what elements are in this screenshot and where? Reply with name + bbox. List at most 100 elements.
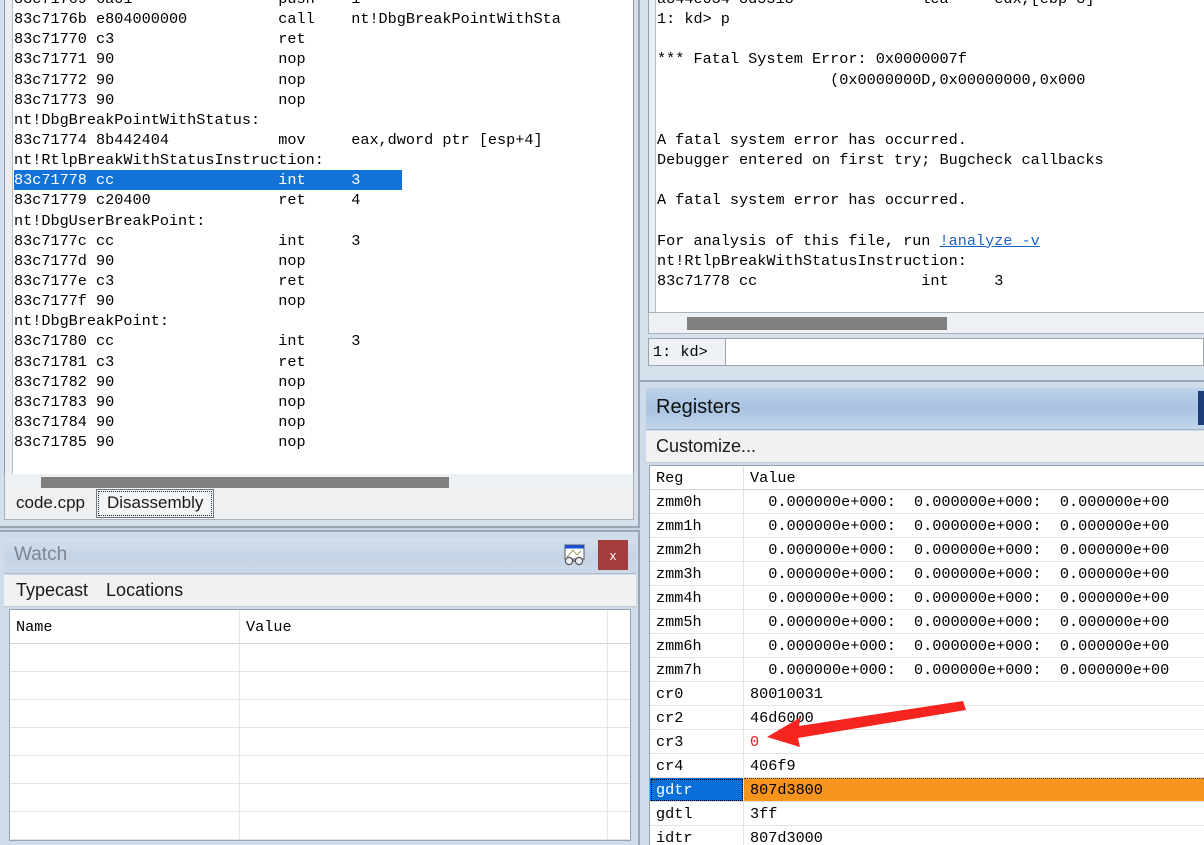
register-row[interactable]: zmm6h 0.000000e+000: 0.000000e+000: 0.00… (650, 634, 1204, 658)
watch-cell-value[interactable] (240, 700, 608, 728)
disassembly-line[interactable]: nt!RtlpBreakWithStatusInstruction: (14, 150, 633, 170)
register-name-cell[interactable]: gdtl (650, 802, 744, 826)
register-name-cell[interactable]: gdtr (650, 778, 744, 802)
analyze-command-link[interactable]: !analyze -v (940, 232, 1040, 250)
register-value-cell[interactable]: 0.000000e+000: 0.000000e+000: 0.000000e+… (744, 634, 1204, 658)
watch-cell-value[interactable] (240, 784, 608, 812)
menu-item-typecast[interactable]: Typecast (10, 580, 94, 601)
tab-code-cpp[interactable]: code.cpp (5, 489, 96, 518)
register-name-cell[interactable]: zmm4h (650, 586, 744, 610)
disassembly-line[interactable]: nt!DbgBreakPointWithStatus: (14, 110, 633, 130)
disassembly-line[interactable]: 83c71769 6a01 push 1 (14, 0, 633, 9)
disassembly-line[interactable]: 83c71780 cc int 3 (14, 331, 633, 351)
register-value-cell[interactable]: 3ff (744, 802, 1204, 826)
disassembly-text-area[interactable]: 83c71769 6a01 push 183c7176b e804000000 … (4, 0, 634, 488)
disassembly-line[interactable]: 83c71774 8b442404 mov eax,dword ptr [esp… (14, 130, 633, 150)
register-name-cell[interactable]: zmm3h (650, 562, 744, 586)
disassembly-line-current[interactable]: 83c71778 cc int 3 (14, 170, 402, 191)
register-value-cell[interactable]: 406f9 (744, 754, 1204, 778)
watch-cell-name[interactable] (10, 672, 240, 700)
watch-cell-name[interactable] (10, 700, 240, 728)
disassembly-line[interactable]: nt!DbgBreakPoint: (14, 311, 633, 331)
disassembly-line[interactable]: 83c71772 90 nop (14, 70, 633, 90)
register-value-cell[interactable]: 0.000000e+000: 0.000000e+000: 0.000000e+… (744, 610, 1204, 634)
watch-cell-value[interactable] (240, 644, 608, 672)
register-name-cell[interactable]: cr2 (650, 706, 744, 730)
register-name-cell[interactable]: cr3 (650, 730, 744, 754)
register-name-cell[interactable]: zmm2h (650, 538, 744, 562)
disassembly-line[interactable]: 83c71782 90 nop (14, 372, 633, 392)
register-row[interactable]: gdtl 3ff (650, 802, 1204, 826)
register-value-cell[interactable]: 0.000000e+000: 0.000000e+000: 0.000000e+… (744, 538, 1204, 562)
menu-item-customize[interactable]: Customize... (646, 436, 756, 457)
register-value-cell[interactable]: 46d6000 (744, 706, 1204, 730)
register-row[interactable]: cr2 46d6000 (650, 706, 1204, 730)
disassembly-line[interactable]: 83c7176b e804000000 call nt!DbgBreakPoin… (14, 9, 633, 29)
panel-button[interactable] (1198, 391, 1204, 425)
watch-cell-name[interactable] (10, 784, 240, 812)
register-value-cell[interactable]: 807d3800 (744, 778, 1204, 802)
register-row[interactable]: cr3 0 (650, 730, 1204, 754)
disassembly-line[interactable]: 83c71771 90 nop (14, 49, 633, 69)
register-row[interactable]: zmm5h 0.000000e+000: 0.000000e+000: 0.00… (650, 610, 1204, 634)
disassembly-line[interactable]: 83c71773 90 nop (14, 90, 633, 110)
register-row[interactable]: zmm0h 0.000000e+000: 0.000000e+000: 0.00… (650, 490, 1204, 514)
disassembly-line[interactable]: 83c71784 90 nop (14, 412, 633, 432)
watch-row[interactable] (10, 644, 630, 672)
watch-row[interactable] (10, 728, 630, 756)
watch-cell-name[interactable] (10, 728, 240, 756)
register-name-cell[interactable]: zmm6h (650, 634, 744, 658)
tab-disassembly[interactable]: Disassembly (96, 489, 215, 518)
register-name-cell[interactable]: idtr (650, 826, 744, 845)
disassembly-line[interactable]: 83c71781 c3 ret (14, 352, 633, 372)
command-horizontal-scrollbar[interactable] (648, 312, 1204, 334)
register-row[interactable]: zmm3h 0.000000e+000: 0.000000e+000: 0.00… (650, 562, 1204, 586)
register-value-cell[interactable]: 0.000000e+000: 0.000000e+000: 0.000000e+… (744, 514, 1204, 538)
register-value-cell[interactable]: 0.000000e+000: 0.000000e+000: 0.000000e+… (744, 586, 1204, 610)
register-row[interactable]: zmm1h 0.000000e+000: 0.000000e+000: 0.00… (650, 514, 1204, 538)
watch-cell-value[interactable] (240, 728, 608, 756)
register-value-cell[interactable]: 0.000000e+000: 0.000000e+000: 0.000000e+… (744, 658, 1204, 682)
register-row[interactable]: zmm7h 0.000000e+000: 0.000000e+000: 0.00… (650, 658, 1204, 682)
disassembly-line[interactable]: 83c71785 90 nop (14, 432, 633, 452)
disassembly-line[interactable]: 83c71779 c20400 ret 4 (14, 190, 633, 210)
command-output-area[interactable]: a844e034 8d5518 lea edx,[ebp-8]1: kd> p *… (648, 0, 1204, 312)
register-row[interactable]: cr0 80010031 (650, 682, 1204, 706)
register-value-cell[interactable]: 0 (744, 730, 1204, 754)
disassembly-line[interactable]: 83c7177c cc int 3 (14, 231, 633, 251)
disassembly-line[interactable]: 83c7177d 90 nop (14, 251, 633, 271)
watch-row[interactable] (10, 812, 630, 840)
register-name-cell[interactable]: zmm7h (650, 658, 744, 682)
disassembly-line[interactable]: 83c7177f 90 nop (14, 291, 633, 311)
watch-cell-name[interactable] (10, 644, 240, 672)
register-value-cell[interactable]: 0.000000e+000: 0.000000e+000: 0.000000e+… (744, 490, 1204, 514)
register-row[interactable]: cr4 406f9 (650, 754, 1204, 778)
watch-cell-value[interactable] (240, 672, 608, 700)
disassembly-line[interactable]: 83c71783 90 nop (14, 392, 633, 412)
register-row[interactable]: zmm4h 0.000000e+000: 0.000000e+000: 0.00… (650, 586, 1204, 610)
disassembly-line[interactable]: 83c7177e c3 ret (14, 271, 633, 291)
disassembly-line[interactable]: 83c71770 c3 ret (14, 29, 633, 49)
register-row-selected[interactable]: gdtr 807d3800 (650, 778, 1204, 802)
watch-row[interactable] (10, 756, 630, 784)
close-icon[interactable]: x (598, 540, 628, 570)
watch-row[interactable] (10, 700, 630, 728)
register-name-cell[interactable]: zmm0h (650, 490, 744, 514)
watch-cell-name[interactable] (10, 756, 240, 784)
register-row[interactable]: idtr 807d3000 (650, 826, 1204, 845)
watch-cell-value[interactable] (240, 812, 608, 840)
watch-row[interactable] (10, 672, 630, 700)
register-value-cell[interactable]: 807d3000 (744, 826, 1204, 845)
registers-table[interactable]: Reg Value zmm0h 0.000000e+000: 0.000000e… (649, 465, 1204, 845)
scrollbar-thumb[interactable] (687, 317, 947, 330)
register-name-cell[interactable]: zmm1h (650, 514, 744, 538)
watch-cell-value[interactable] (240, 756, 608, 784)
register-name-cell[interactable]: cr0 (650, 682, 744, 706)
watch-row[interactable] (10, 784, 630, 812)
menu-item-locations[interactable]: Locations (100, 580, 189, 601)
dock-window-icon[interactable] (558, 540, 590, 570)
watch-cell-name[interactable] (10, 812, 240, 840)
register-name-cell[interactable]: cr4 (650, 754, 744, 778)
disassembly-line[interactable]: nt!DbgUserBreakPoint: (14, 211, 633, 231)
command-input[interactable] (726, 338, 1204, 366)
